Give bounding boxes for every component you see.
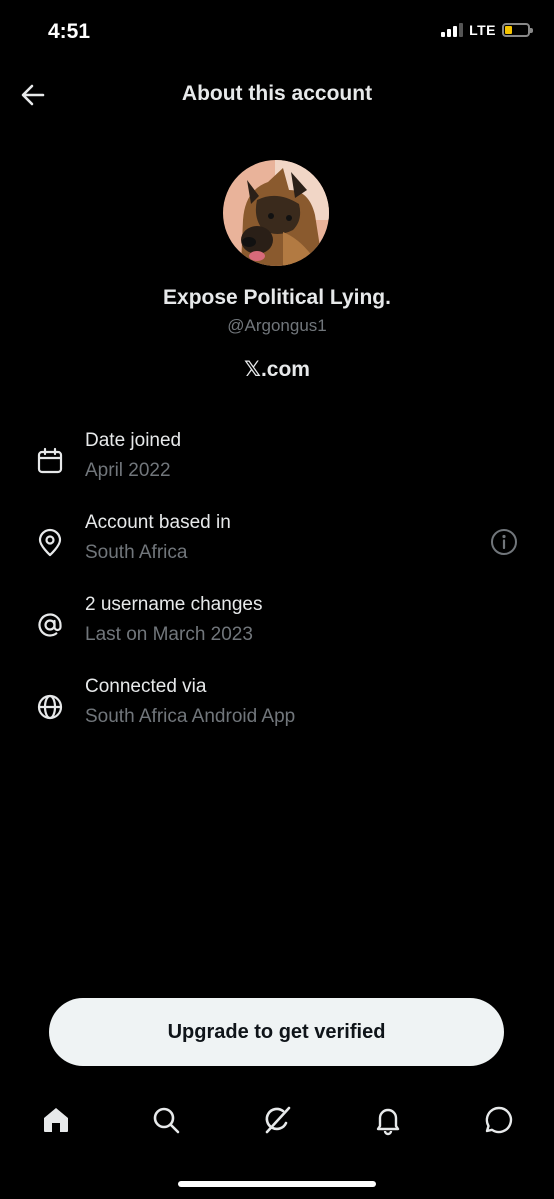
grok-icon bbox=[265, 1106, 291, 1134]
info-button[interactable] bbox=[490, 528, 518, 556]
top-bar: About this account bbox=[0, 66, 554, 122]
info-value: South Africa Android App bbox=[85, 706, 296, 727]
info-value: Last on March 2023 bbox=[85, 624, 253, 645]
battery-icon bbox=[502, 23, 533, 37]
tab-messages[interactable] bbox=[483, 1104, 515, 1136]
status-bar: 4:51 LTE bbox=[0, 0, 554, 66]
search-icon bbox=[153, 1107, 180, 1134]
info-label: Connected via bbox=[85, 676, 207, 697]
tab-notifications[interactable] bbox=[372, 1104, 404, 1136]
avatar[interactable] bbox=[223, 160, 329, 266]
info-value: April 2022 bbox=[85, 460, 171, 481]
home-icon bbox=[44, 1108, 68, 1132]
info-row-account-based-in: Account based in South Africa bbox=[0, 512, 554, 582]
bottom-tab-bar bbox=[0, 1090, 554, 1150]
info-row-connected-via: Connected via South Africa Android App bbox=[0, 676, 554, 746]
avatar-dog-image bbox=[223, 160, 329, 266]
battery-level bbox=[505, 26, 512, 34]
calendar-icon bbox=[35, 446, 65, 476]
username-handle: @Argongus1 bbox=[227, 316, 327, 335]
chat-bubble-icon bbox=[485, 1106, 513, 1134]
at-sign-icon bbox=[35, 610, 65, 640]
info-value: South Africa bbox=[85, 542, 188, 563]
tab-home[interactable] bbox=[40, 1104, 72, 1136]
cellular-signal-icon bbox=[441, 23, 464, 37]
status-indicators: LTE bbox=[441, 22, 533, 38]
globe-icon bbox=[35, 692, 65, 722]
tab-search[interactable] bbox=[150, 1104, 182, 1136]
info-row-date-joined: Date joined April 2022 bbox=[0, 430, 554, 500]
status-time: 4:51 bbox=[48, 20, 91, 43]
info-row-username-changes: 2 username changes Last on March 2023 bbox=[0, 594, 554, 664]
info-label: 2 username changes bbox=[85, 594, 263, 615]
upgrade-verified-button[interactable]: Upgrade to get verified bbox=[49, 998, 504, 1066]
display-name: Expose Political Lying. bbox=[163, 286, 391, 309]
page-title: About this account bbox=[181, 82, 373, 105]
location-pin-icon bbox=[35, 528, 65, 558]
site-label: 𝕏.com bbox=[244, 358, 310, 381]
network-type: LTE bbox=[469, 22, 496, 38]
tab-grok[interactable] bbox=[261, 1104, 293, 1136]
home-indicator[interactable] bbox=[178, 1181, 376, 1187]
bell-icon bbox=[376, 1108, 400, 1136]
info-circle-icon bbox=[491, 529, 517, 555]
info-label: Account based in bbox=[85, 512, 231, 533]
info-label: Date joined bbox=[85, 430, 182, 451]
